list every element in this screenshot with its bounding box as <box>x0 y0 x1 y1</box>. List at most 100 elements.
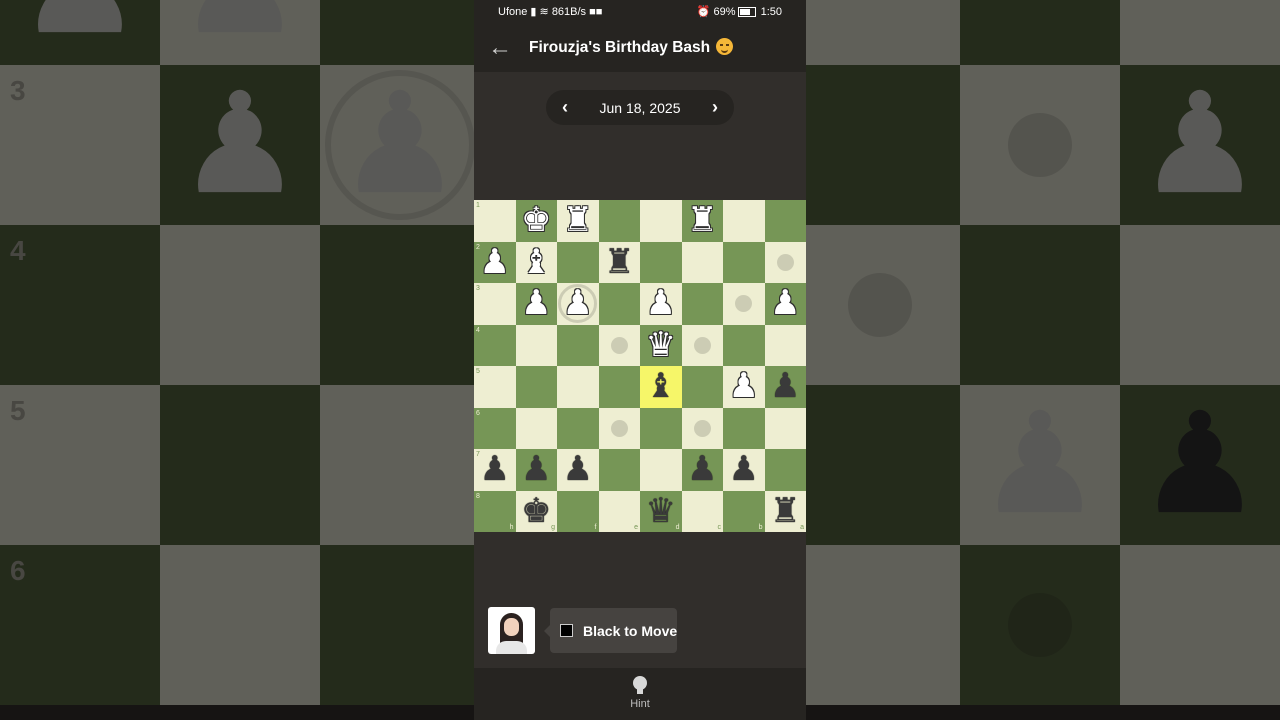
square-b4[interactable] <box>723 324 765 366</box>
square-g6[interactable] <box>515 407 557 449</box>
square-b2[interactable] <box>723 241 765 283</box>
square-f6[interactable] <box>557 407 599 449</box>
white-pawn-piece[interactable]: ♟ <box>765 283 807 325</box>
square-h8[interactable]: 8h <box>474 490 516 532</box>
rank-label: 3 <box>476 285 480 292</box>
square-f1[interactable]: ♜ <box>557 200 599 242</box>
move-hint-dot[interactable] <box>776 253 794 271</box>
square-a6[interactable] <box>764 407 806 449</box>
battery-icon <box>737 7 756 18</box>
move-hint-dot[interactable] <box>693 419 711 437</box>
square-c4[interactable] <box>681 324 723 366</box>
square-h3[interactable]: 3 <box>474 283 516 325</box>
square-f5[interactable] <box>557 366 599 408</box>
move-hint-dot[interactable] <box>693 336 711 354</box>
square-e3[interactable] <box>598 283 640 325</box>
white-pawn-piece[interactable]: ♟ <box>557 283 599 325</box>
square-d2[interactable] <box>640 241 682 283</box>
square-c3[interactable] <box>681 283 723 325</box>
arrow-left-icon[interactable]: ← <box>486 34 514 62</box>
hint-button[interactable]: Hint <box>620 674 660 718</box>
square-a4[interactable] <box>764 324 806 366</box>
square-b8[interactable]: b <box>723 490 765 532</box>
black-rook-piece[interactable]: ♜ <box>599 242 641 284</box>
chevron-right-icon[interactable]: › <box>698 90 732 125</box>
black-pawn-piece[interactable]: ♟ <box>474 449 516 491</box>
move-hint-dot[interactable] <box>610 336 628 354</box>
white-pawn-piece[interactable]: ♟ <box>640 283 682 325</box>
square-f8[interactable]: f <box>557 490 599 532</box>
white-king-piece[interactable]: ♚ <box>516 200 558 242</box>
square-f4[interactable] <box>557 324 599 366</box>
square-b5[interactable]: ♟ <box>723 366 765 408</box>
black-pawn-piece[interactable]: ♟ <box>723 449 765 491</box>
bottom-toolbar: Hint <box>474 668 806 720</box>
white-bishop-piece[interactable]: ♝ <box>516 242 558 284</box>
square-g8[interactable]: g ♚ <box>515 490 558 533</box>
square-c5[interactable] <box>681 366 723 408</box>
black-king-piece[interactable]: ♚ <box>516 491 558 533</box>
square-d4[interactable]: ♛ <box>640 324 682 367</box>
square-d1[interactable] <box>640 200 682 242</box>
black-pawn-piece[interactable]: ♟ <box>557 449 599 491</box>
white-pawn-piece[interactable]: ♟ <box>723 366 765 408</box>
square-e5[interactable] <box>598 366 640 408</box>
white-pawn-piece[interactable]: ♟ <box>474 242 516 284</box>
white-queen-piece[interactable]: ♛ <box>640 325 682 367</box>
square-f3[interactable]: ♟ <box>557 283 599 325</box>
square-e7[interactable] <box>598 449 640 491</box>
square-b3[interactable] <box>723 283 765 325</box>
black-pawn-piece[interactable]: ♟ <box>765 366 807 408</box>
square-g7[interactable]: ♟ <box>515 449 558 491</box>
square-f2[interactable] <box>557 241 599 283</box>
square-e4[interactable] <box>598 324 640 366</box>
square-h1[interactable]: 1 <box>474 200 516 242</box>
square-e6[interactable] <box>598 407 640 449</box>
square-h2[interactable]: 2 ♟ <box>474 241 516 284</box>
square-g1[interactable]: ♚ <box>515 200 558 242</box>
white-rook-piece[interactable]: ♜ <box>557 200 599 242</box>
square-c6[interactable] <box>681 407 723 449</box>
square-a8[interactable]: a ♜ <box>764 490 807 533</box>
square-a7[interactable] <box>764 449 806 491</box>
square-d3[interactable]: ♟ <box>640 283 682 325</box>
black-pawn-piece[interactable]: ♟ <box>516 449 558 491</box>
square-h6[interactable]: 6 <box>474 407 516 449</box>
white-rook-piece[interactable]: ♜ <box>682 200 724 242</box>
square-a1[interactable] <box>764 200 806 242</box>
square-d6[interactable] <box>640 407 682 449</box>
square-h4[interactable]: 4 <box>474 324 516 366</box>
square-c7[interactable]: ♟ <box>681 449 724 491</box>
square-a5[interactable]: ♟ <box>764 366 807 408</box>
square-b6[interactable] <box>723 407 765 449</box>
square-c1[interactable]: ♜ <box>681 200 724 242</box>
square-e8[interactable]: e <box>598 490 640 532</box>
square-g4[interactable] <box>515 324 557 366</box>
square-d8[interactable]: d ♛ <box>640 490 682 533</box>
avatar-body <box>496 641 527 654</box>
square-c2[interactable] <box>681 241 723 283</box>
move-hint-dot[interactable] <box>735 295 752 312</box>
square-e2[interactable]: ♜ <box>598 241 641 284</box>
square-b1[interactable] <box>723 200 765 242</box>
square-e1[interactable] <box>598 200 640 242</box>
square-a3[interactable]: ♟ <box>764 283 807 325</box>
square-f7[interactable]: ♟ <box>557 449 599 491</box>
square-g3[interactable]: ♟ <box>515 283 558 325</box>
black-pawn-piece[interactable]: ♟ <box>682 449 724 491</box>
square-c8[interactable]: c <box>681 490 723 532</box>
black-rook-piece[interactable]: ♜ <box>765 491 807 533</box>
square-d5[interactable]: ♝ <box>640 366 682 408</box>
square-g5[interactable] <box>515 366 557 408</box>
square-g2[interactable]: ♝ <box>515 241 558 284</box>
square-a2[interactable] <box>764 241 806 283</box>
square-h7[interactable]: 7 ♟ <box>474 449 516 491</box>
white-pawn-piece[interactable]: ♟ <box>516 283 558 325</box>
black-queen-piece[interactable]: ♛ <box>640 491 682 533</box>
black-bishop-piece[interactable]: ♝ <box>640 366 682 408</box>
square-d7[interactable] <box>640 449 682 491</box>
square-b7[interactable]: ♟ <box>723 449 765 491</box>
chess-board[interactable]: 1 ♚ ♜ ♜ 2 ♟ ♝ ♜ 3 ♟ ♟ ♟ ♟ 4 ♛ 5 ♝ ♟ ♟ 6 7 ♟ ♟ ♟ ♟ ♟ 8 h g ♚ f e d ♛ c b a ♜ <box>474 200 806 532</box>
square-h5[interactable]: 5 <box>474 366 516 408</box>
move-hint-dot[interactable] <box>610 419 628 437</box>
